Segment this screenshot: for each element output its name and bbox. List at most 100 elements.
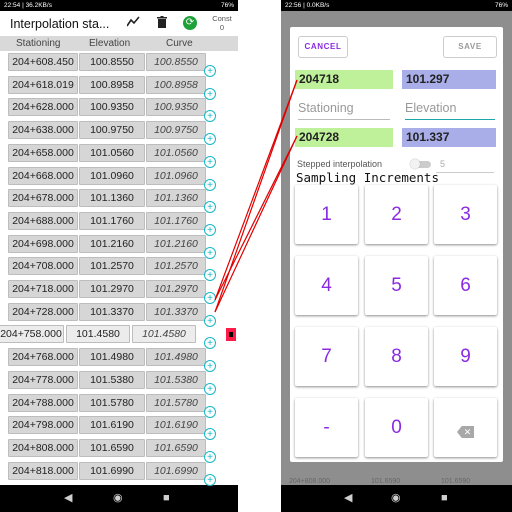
elevation-cell[interactable]: 101.6590 <box>79 438 145 457</box>
elevation-cell[interactable]: 101.0960 <box>79 166 145 185</box>
add-row-icon[interactable]: + <box>204 133 216 146</box>
add-row-icon[interactable]: + <box>204 178 216 191</box>
add-row-icon[interactable]: + <box>204 473 216 486</box>
curve-cell[interactable]: 101.0960 <box>146 166 206 185</box>
stationing-cell[interactable]: 204+668.000 <box>8 166 78 185</box>
stationing-cell[interactable]: 204+758.000 <box>0 325 64 344</box>
add-row-icon[interactable]: + <box>204 87 216 100</box>
stationing-cell[interactable]: 204+618.019 <box>8 75 78 94</box>
elevation-cell[interactable]: 101.1360 <box>79 189 145 208</box>
key-3[interactable]: 3 <box>434 185 497 244</box>
elevation-cell[interactable]: 101.2160 <box>79 234 145 253</box>
table-row[interactable]: 204+698.000 101.2160 101.2160 + <box>0 234 238 259</box>
add-row-icon[interactable]: + <box>204 246 216 259</box>
curve-cell[interactable]: 101.6590 <box>146 438 206 457</box>
elevation-cell[interactable]: 101.6190 <box>79 416 145 435</box>
stationing-field[interactable]: Stationing <box>298 101 390 120</box>
stationing-cell[interactable]: 204+688.000 <box>8 211 78 230</box>
stepped-interpolation-toggle[interactable] <box>410 159 431 169</box>
table-row[interactable]: 204+678.000 101.1360 101.1360 + <box>0 188 238 214</box>
table-row[interactable]: 204+688.000 101.1760 101.1760 + <box>0 211 238 236</box>
stationing-cell[interactable]: 204+678.000 <box>8 189 78 208</box>
elevation-cell[interactable]: 100.9750 <box>79 121 145 140</box>
stationing-cell[interactable]: 204+638.000 <box>8 121 78 140</box>
stationing-cell[interactable]: 204+658.000 <box>8 143 78 162</box>
curve-cell[interactable]: 101.3370 <box>146 302 206 321</box>
back-icon[interactable]: ◀ <box>64 490 72 506</box>
key-1[interactable]: 1 <box>295 185 358 244</box>
key-8[interactable]: 8 <box>365 327 428 386</box>
step-value[interactable]: 5 <box>440 159 445 169</box>
curve-cell[interactable]: 101.1360 <box>146 189 206 208</box>
curve-cell[interactable]: 101.4980 <box>146 348 206 367</box>
curve-cell[interactable]: 101.1760 <box>146 211 206 230</box>
key-6[interactable]: 6 <box>434 256 497 315</box>
elevation-cell[interactable]: 100.9350 <box>79 98 145 117</box>
add-row-icon[interactable]: + <box>204 223 216 236</box>
table-row[interactable]: 204+658.000 101.0560 101.0560 + <box>0 143 238 168</box>
elevation-cell[interactable]: 101.0560 <box>79 143 145 162</box>
table-row[interactable]: 204+708.000 101.2570 101.2570 + <box>0 256 238 282</box>
stationing-cell[interactable]: 204+778.000 <box>8 370 78 389</box>
table-row[interactable]: 204+628.000 100.9350 100.9350 + <box>0 97 238 123</box>
table-row[interactable]: 204+718.000 101.2970 101.2970 + <box>0 279 238 304</box>
add-row-icon[interactable]: + <box>204 314 216 327</box>
key-7[interactable]: 7 <box>295 327 358 386</box>
elevation-cell[interactable]: 101.1760 <box>79 211 145 230</box>
elevation-field[interactable]: Elevation <box>405 101 495 120</box>
key-2[interactable]: 2 <box>365 185 428 244</box>
add-row-icon[interactable]: + <box>204 155 216 168</box>
elevation-cell[interactable]: 101.4580 <box>66 325 130 344</box>
curve-cell[interactable]: 100.8958 <box>146 75 206 94</box>
start-station-field[interactable]: 204718 <box>295 70 393 89</box>
table-row[interactable]: 204+668.000 101.0960 101.0960 + <box>0 166 238 191</box>
table-row[interactable]: 204+818.000 101.6990 101.6990 + <box>0 461 238 486</box>
elevation-cell[interactable]: 100.8958 <box>79 75 145 94</box>
back-icon[interactable]: ◀ <box>344 490 352 506</box>
elevation-cell[interactable]: 101.4980 <box>79 348 145 367</box>
stationing-cell[interactable]: 204+608.450 <box>8 53 78 71</box>
key-4[interactable]: 4 <box>295 256 358 315</box>
elevation-cell[interactable]: 101.3370 <box>79 302 145 321</box>
stationing-cell[interactable]: 204+788.000 <box>8 393 78 412</box>
trash-icon[interactable] <box>157 16 167 31</box>
elevation-cell[interactable]: 100.8550 <box>79 53 145 71</box>
start-elevation-field[interactable]: 101.297 <box>402 70 496 89</box>
elevation-cell[interactable]: 101.2970 <box>79 280 145 298</box>
add-row-icon[interactable]: + <box>204 292 216 304</box>
table-row[interactable]: 204+728.000 101.3370 101.3370 + <box>0 302 238 327</box>
elevation-cell[interactable]: 101.5780 <box>79 393 145 412</box>
recents-icon[interactable]: ■ <box>441 490 448 506</box>
elevation-cell[interactable]: 101.5380 <box>79 370 145 389</box>
stationing-cell[interactable]: 204+698.000 <box>8 234 78 253</box>
recents-icon[interactable]: ■ <box>163 490 170 506</box>
elevation-cell[interactable]: 101.6990 <box>79 461 145 480</box>
table-row[interactable]: 204+618.019 100.8958 100.8958 + <box>0 75 238 100</box>
stationing-cell[interactable]: 204+728.000 <box>8 302 78 321</box>
curve-cell[interactable]: 101.5380 <box>146 370 206 389</box>
end-station-field[interactable]: 204728 <box>295 128 393 147</box>
table-row[interactable]: 204+788.000 101.5780 101.5780 + <box>0 393 238 418</box>
curve-cell[interactable]: 101.2160 <box>146 234 206 253</box>
table-row[interactable]: 204+758.000 101.4580 101.4580 + <box>0 324 238 350</box>
table-row[interactable]: 204+768.000 101.4980 101.4980 + <box>0 347 238 373</box>
key-9[interactable]: 9 <box>434 327 497 386</box>
curve-cell[interactable]: 101.0560 <box>146 143 206 162</box>
curve-cell[interactable]: 100.9350 <box>146 98 206 117</box>
stationing-cell[interactable]: 204+768.000 <box>8 348 78 367</box>
home-icon[interactable]: ◉ <box>113 490 123 506</box>
stationing-cell[interactable]: 204+708.000 <box>8 257 78 276</box>
add-row-icon[interactable]: + <box>204 65 216 77</box>
stationing-cell[interactable]: 204+818.000 <box>8 461 78 480</box>
trend-chart-icon[interactable] <box>126 16 140 30</box>
table-row[interactable]: 204+608.450 100.8550 100.8550 + <box>0 52 238 77</box>
cancel-button[interactable]: CANCEL <box>298 36 348 58</box>
curve-cell[interactable]: 101.6990 <box>146 461 206 480</box>
stationing-cell[interactable]: 204+718.000 <box>8 280 78 298</box>
backspace-key[interactable]: ✕ <box>434 398 497 457</box>
add-row-icon[interactable]: + <box>204 405 216 418</box>
add-row-icon[interactable]: + <box>204 382 216 395</box>
curve-cell[interactable]: 100.8550 <box>146 53 206 71</box>
save-button[interactable]: SAVE <box>443 36 497 58</box>
key-0[interactable]: 0 <box>365 398 428 457</box>
